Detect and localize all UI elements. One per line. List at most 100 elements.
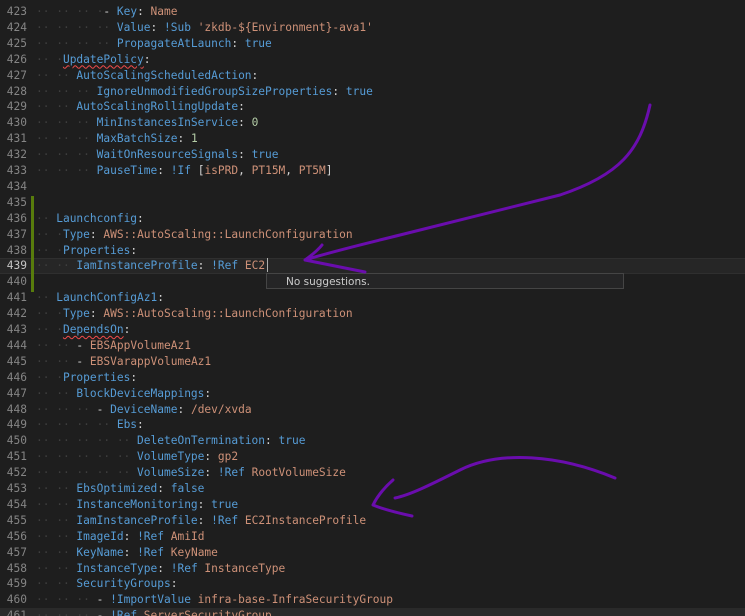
code-line-458[interactable]: 458 ·· ·· InstanceType: !Ref InstanceType [0,561,745,577]
line-number: 431 [6,132,27,146]
line-number: 446 [6,370,27,384]
code-line-432[interactable]: 432 ·· ·· ·· WaitOnResourceSignals: true [0,147,745,163]
code-line-436[interactable]: 436 ·· Launchconfig: [0,211,745,227]
code-line-441[interactable]: 441 ·· LaunchConfigAz1: [0,290,745,306]
code-token: : [204,466,218,480]
code-token: - [103,5,117,18]
code-token: : [157,291,165,305]
line-number: 451 [6,450,27,464]
code-token: : [157,561,171,575]
code-line-438[interactable]: 438 ·· ·Properties: [0,243,745,259]
code-token: - [96,402,111,416]
code-line-456[interactable]: 456 ·· ·· ImageId: !Ref AmiId [0,529,745,545]
line-number: 434 [6,179,27,193]
code-line-461[interactable]: 461 ·· ·· ·· - !Ref ServerSecurityGroup [0,608,745,616]
indent-guide-dots: ·· ·· [36,545,77,559]
code-token: : [89,307,104,321]
code-line-428[interactable]: 428 ·· ·· ·· IgnoreUnmodifiedGroupSizePro… [0,84,745,100]
code-token: infra-base-InfraSecurityGroup [197,593,393,607]
code-token: : [265,434,279,448]
code-line-442[interactable]: 442 ·· ·Type: AWS::AutoScaling::LaunchCon… [0,306,745,322]
code-token: RootVolumeSize [251,466,346,480]
code-token: IgnoreUnmodifiedGroupSizeProperties [96,84,333,98]
indent-guide-dots: ·· ·· [36,482,77,495]
code-line-444[interactable]: 444 ·· ·· - EBSAppVolumeAz1 [0,338,745,354]
code-line-430[interactable]: 430 ·· ·· ·· MinInstancesInService: 0 [0,115,745,131]
code-token: isPRD [204,164,239,177]
code-token: ImageId [76,529,124,543]
line-code: ·· ·· InstanceType: !Ref InstanceType [36,561,285,577]
suggestion-widget: No suggestions. [266,273,624,289]
code-token: : [137,418,144,432]
code-token: : [123,529,138,543]
code-line-426[interactable]: 426 ·· ·UpdatePolicy: [0,52,745,68]
code-token: EC2 [244,259,266,273]
code-line-431[interactable]: 431 ·· ·· ·· MaxBatchSize: 1 [0,131,745,147]
code-line-453[interactable]: 453 ·· ·· EbsOptimized: false [0,481,745,497]
code-token: true [244,36,272,50]
code-token: : [332,84,346,98]
line-code: ·· ·· EbsOptimized: false [36,481,204,497]
code-token: PT5M [298,164,326,177]
code-line-460[interactable]: 460 ·· ·· ·· - !ImportValue infra-base-In… [0,592,745,608]
code-token: Name [150,5,178,18]
code-token: : [204,450,218,464]
indent-guide-dots: ·· ·· [36,386,77,400]
code-line-427[interactable]: 427 ·· ·· AutoScalingScheduledAction: [0,68,745,84]
code-line-434[interactable]: 434 [0,179,745,195]
code-line-443[interactable]: 443 ·· ·DependsOn: [0,322,745,338]
line-number: 457 [6,545,27,559]
line-code: ·· ·· ·· - !ImportValue infra-base-Infra… [36,592,393,608]
line-number: 456 [6,529,27,543]
code-token: Ebs [116,418,138,432]
line-number: 440 [6,275,27,289]
code-line-454[interactable]: 454 ·· ·· InstanceMonitoring: true [0,497,745,513]
code-line-452[interactable]: 452 ·· ·· ·· ·· ·· VolumeSize: !Ref RootV… [0,465,745,481]
indent-guide-dots: ·· ·· ·· · [36,5,104,18]
line-number: 454 [6,497,27,511]
code-line-439[interactable]: 439 ·· ·· IamInstanceProfile: !Ref EC2 [0,258,745,275]
code-line-451[interactable]: 451 ·· ·· ·· ·· ·· VolumeType: gp2 [0,449,745,465]
code-token: !Ref [170,561,205,575]
line-number: 432 [6,148,27,162]
code-token: Type [62,227,90,241]
code-token: : [143,52,151,66]
code-line-424[interactable]: 424 ·· ·· ·· ·· Value: !Sub 'zkdb-${Envir… [0,20,745,36]
code-line-435[interactable]: 435 [0,195,745,211]
code-line-445[interactable]: 445 ·· ·· - EBSVarappVolumeAz1 [0,354,745,370]
line-code: ·· ·Properties: [36,243,137,259]
code-token: EBSVarappVolumeAz1 [89,354,212,368]
line-code: ·· ·· ·· ·· Value: !Sub 'zkdb-${Environm… [36,20,373,36]
indent-guide-dots: ·· [36,291,57,305]
code-token: BlockDeviceMappings [76,386,205,400]
line-code: ·· ·· ·· - DeviceName: /dev/xvda [36,402,252,418]
code-line-425[interactable]: 425 ·· ·· ·· ·· PropagateAtLaunch: true [0,36,745,52]
code-token: AmiId [170,529,205,543]
code-line-433[interactable]: 433 ·· ·· ·· PauseTime: !If [isPRD, PT15M… [0,163,745,179]
indent-guide-dots: ·· ·· ·· ·· ·· [36,450,138,464]
code-line-437[interactable]: 437 ·· ·Type: AWS::AutoScaling::LaunchCon… [0,227,745,243]
code-line-429[interactable]: 429 ·· ·· AutoScalingRollingUpdate: [0,99,745,115]
code-token: , [285,164,299,177]
code-line-423[interactable]: 423 ·· ·· ·· ·- Key: Name [0,4,745,20]
line-number: 426 [6,52,27,66]
line-code: ·· ·· ImageId: !Ref AmiId [36,529,204,545]
code-line-450[interactable]: 450 ·· ·· ·· ·· ·· DeleteOnTermination: t… [0,433,745,449]
indent-guide-dots: ·· · [36,227,63,241]
code-line-457[interactable]: 457 ·· ·· KeyName: !Ref KeyName [0,545,745,561]
code-editor[interactable]: 423 ·· ·· ·· ·- Key: Name 424 ·· ·· ·· ·· V… [0,0,745,616]
indent-guide-dots: ·· ·· ·· [36,148,97,162]
modified-lines-gutter-marker [31,196,34,292]
line-code: ·· ·Type: AWS::AutoScaling::LaunchConfig… [36,306,353,322]
code-line-448[interactable]: 448 ·· ·· ·· - DeviceName: /dev/xvda [0,402,745,418]
code-line-455[interactable]: 455 ·· ·· IamInstanceProfile: !Ref EC2Ins… [0,513,745,529]
code-line-447[interactable]: 447 ·· ·· BlockDeviceMappings: [0,386,745,402]
code-token: AWS::AutoScaling::LaunchConfiguration [103,307,353,321]
code-line-446[interactable]: 446 ·· ·Properties: [0,370,745,386]
code-line-449[interactable]: 449 ·· ·· ·· ·· Ebs: [0,417,745,433]
code-line-459[interactable]: 459 ·· ·· SecurityGroups: [0,576,745,592]
line-number: 450 [6,434,27,448]
line-code: ·· ·· ·· ·· Ebs: [36,417,144,433]
text-cursor [267,258,268,272]
line-number: 455 [6,513,27,527]
